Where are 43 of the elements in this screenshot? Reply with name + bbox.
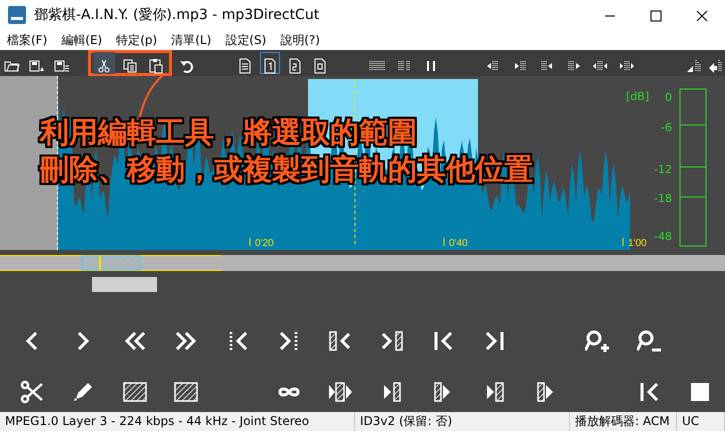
close-icon xyxy=(696,10,708,22)
hatched-square-icon xyxy=(174,380,200,404)
meter-scale-label: -48 xyxy=(654,229,672,245)
arrow-bars-icon xyxy=(706,58,723,74)
time-label: 0'40 xyxy=(449,238,468,249)
menu-item[interactable]: 清單(L) xyxy=(164,30,218,50)
cut-icon xyxy=(96,58,112,74)
page-icon xyxy=(262,58,278,74)
meter-scale-label: 0 xyxy=(665,90,672,106)
time-label: 0'20 xyxy=(255,238,274,249)
meter-scale-label: -18 xyxy=(654,191,672,207)
time-label: 1'00 xyxy=(628,238,647,249)
zoom-out-icon xyxy=(636,329,663,353)
status-text: UC xyxy=(677,412,725,431)
status-text: ID3v2 (保留: 否) xyxy=(355,412,570,431)
meter-unit: [dB] xyxy=(626,89,650,105)
page-icon xyxy=(286,58,303,74)
toolbar-button[interactable] xyxy=(260,52,280,74)
status-text: MPEG1.0 Layer 3 - 224 kbps - 44 kHz - Joint Stereo xyxy=(0,412,355,431)
meter-scale-label: -6 xyxy=(661,120,672,136)
menu-item[interactable]: 說明(?) xyxy=(273,30,327,50)
page-icon xyxy=(312,58,328,74)
floppy-disk-icon xyxy=(29,58,46,74)
menu-item[interactable]: 編輯(E) xyxy=(54,30,110,50)
menu-item[interactable]: 特定(p) xyxy=(109,30,164,50)
zoom-in-icon xyxy=(585,329,612,353)
status-text: 播放解碼器: ACM xyxy=(570,412,677,431)
scroll-thumb[interactable] xyxy=(92,277,157,292)
maximize-icon xyxy=(650,10,662,22)
toolbar-button[interactable] xyxy=(93,52,116,74)
triangle-bars-icon xyxy=(684,58,701,74)
position-marker xyxy=(99,256,101,270)
floppy-disk-icon xyxy=(54,58,70,74)
menu-item[interactable]: 檔案(F) xyxy=(0,30,54,50)
hatched-square-icon xyxy=(122,380,149,404)
meter-scale-label: -12 xyxy=(654,162,672,178)
overview-selection xyxy=(82,256,140,270)
triangle-hatch-icon xyxy=(328,380,354,404)
window-title: 鄧紫棋-A.I.N.Y. (愛你).mp3 - mp3DirectCut xyxy=(34,6,320,24)
app-icon xyxy=(8,6,26,24)
page-icon xyxy=(237,58,254,74)
chevron-hatch-icon xyxy=(380,329,406,353)
menu-item[interactable]: 設定(S) xyxy=(218,30,274,50)
